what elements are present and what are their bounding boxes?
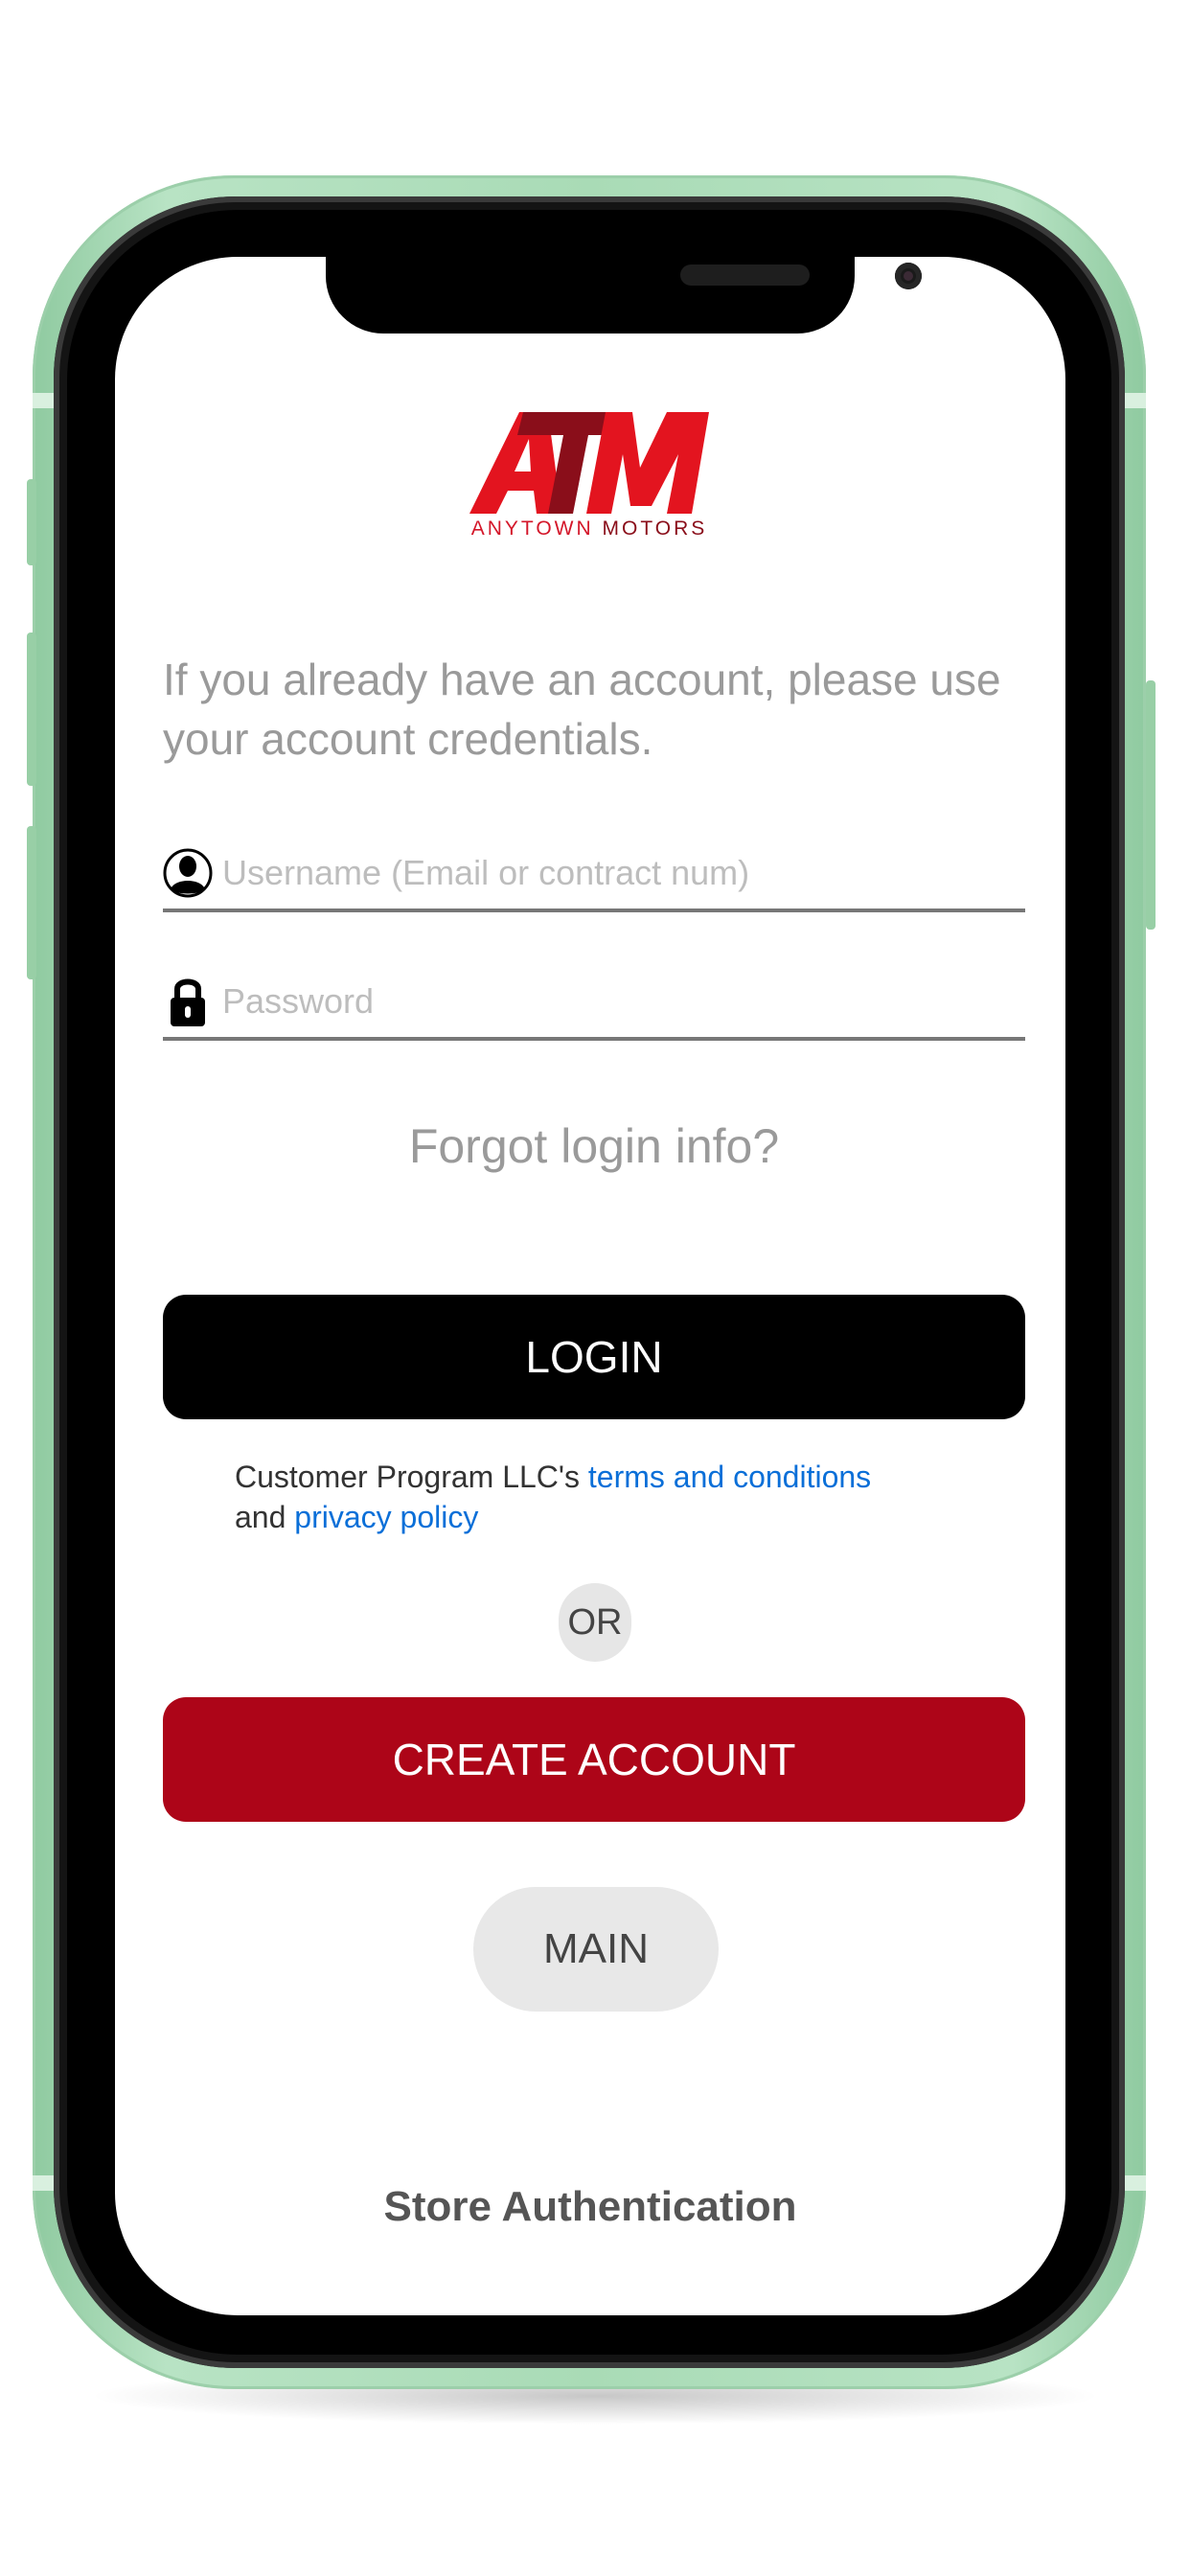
password-field xyxy=(163,970,1025,1041)
username-input[interactable] xyxy=(222,841,1008,905)
privacy-policy-link[interactable]: privacy policy xyxy=(294,1500,478,1534)
phone-screen: ANYTOWN MOTORS If you already have an ac… xyxy=(115,257,1065,2315)
volume-up-button xyxy=(27,632,36,786)
logo-subtitle-anytown: ANYTOWN xyxy=(470,518,594,540)
front-camera-icon xyxy=(895,263,922,289)
logo-subtitle: ANYTOWN MOTORS xyxy=(469,518,709,540)
password-input[interactable] xyxy=(222,970,1008,1033)
user-silhouette-icon xyxy=(163,848,213,898)
or-divider-badge: OR xyxy=(559,1583,631,1662)
footer-title: Store Authentication xyxy=(383,2183,797,2230)
terms-prefix: Customer Program LLC's xyxy=(235,1460,588,1494)
intro-text: If you already have an account, please u… xyxy=(163,655,1001,764)
volume-down-button xyxy=(27,826,36,979)
username-field xyxy=(163,841,1025,912)
terms-and-conditions-link[interactable]: terms and conditions xyxy=(588,1460,871,1494)
silent-switch xyxy=(27,479,36,565)
speaker-grille xyxy=(680,264,810,286)
notch xyxy=(326,257,922,334)
login-button[interactable]: LOGIN xyxy=(163,1295,1025,1419)
lock-icon xyxy=(171,978,205,1026)
create-account-button[interactable]: CREATE ACCOUNT xyxy=(163,1697,1025,1822)
terms-text: Customer Program LLC's terms and conditi… xyxy=(235,1457,963,1537)
forgot-login-link[interactable]: Forgot login info? xyxy=(163,1118,1025,1174)
company-logo: ANYTOWN MOTORS xyxy=(469,410,709,540)
power-button xyxy=(1146,680,1156,930)
atm-logo-mark xyxy=(469,412,709,514)
logo-subtitle-motors: MOTORS xyxy=(602,518,708,540)
main-button[interactable]: MAIN xyxy=(473,1887,719,2012)
terms-and-text: and xyxy=(235,1500,295,1534)
